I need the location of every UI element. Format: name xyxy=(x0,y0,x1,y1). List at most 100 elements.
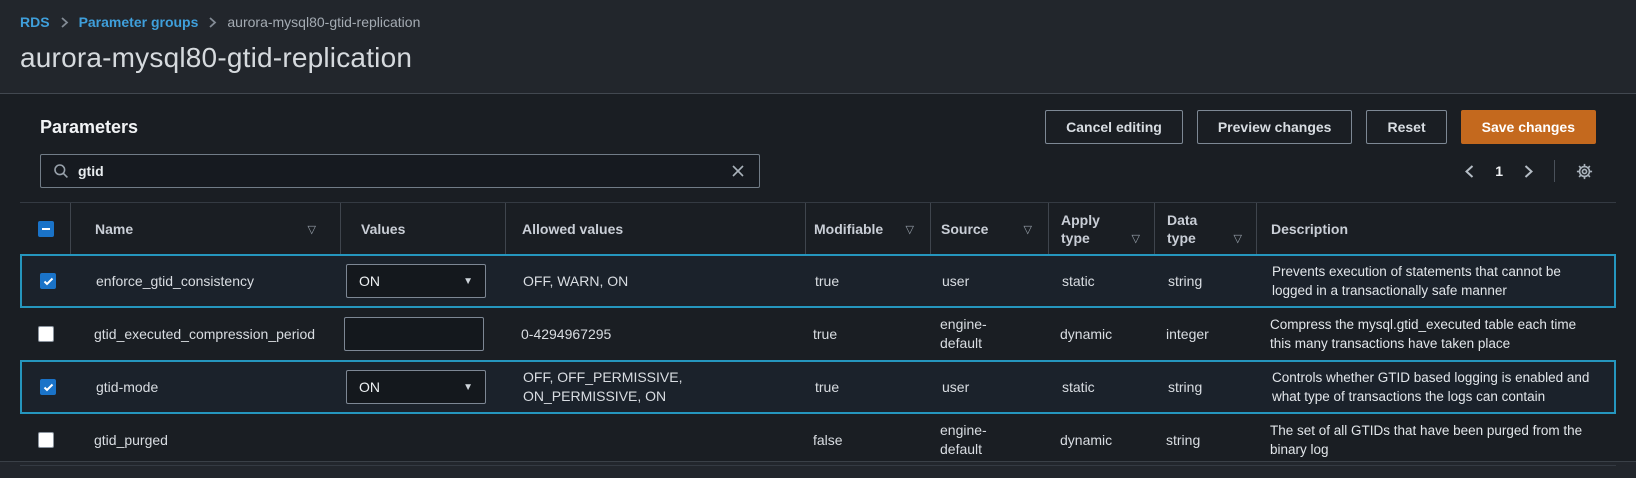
value-cell xyxy=(340,434,505,446)
select-all-checkbox[interactable] xyxy=(38,220,54,237)
sort-icon[interactable]: ▽ xyxy=(1132,231,1140,247)
allowed-values: OFF, OFF_PERMISSIVE, ON_PERMISSIVE, ON xyxy=(523,369,683,404)
breadcrumb-current: aurora-mysql80-gtid-replication xyxy=(227,14,421,30)
preview-changes-button[interactable]: Preview changes xyxy=(1196,110,1353,144)
column-label: Data type xyxy=(1167,211,1198,246)
modifiable-value: false xyxy=(813,431,843,448)
current-page[interactable]: 1 xyxy=(1491,163,1507,179)
parameter-name: gtid_executed_compression_period xyxy=(94,326,316,342)
apply-type-value: dynamic xyxy=(1060,431,1113,448)
row-checkbox-cell xyxy=(20,426,70,454)
close-icon[interactable] xyxy=(729,162,747,180)
sort-icon[interactable]: ▽ xyxy=(1234,231,1242,247)
column-label: Allowed values xyxy=(522,220,624,237)
chevron-right-icon xyxy=(60,16,69,29)
column-label: Modifiable xyxy=(814,220,884,237)
header-checkbox-cell xyxy=(20,203,70,254)
source-value: engine-default xyxy=(940,316,987,351)
column-header-apply-type[interactable]: Apply type ▽ xyxy=(1048,203,1154,254)
description-value: Prevents execution of statements that ca… xyxy=(1272,264,1561,298)
parameters-panel: Parameters Cancel editing Preview change… xyxy=(0,93,1636,466)
chevron-right-icon xyxy=(208,16,217,29)
search-icon xyxy=(53,163,69,179)
row-checkbox-cell xyxy=(22,373,72,401)
source-value: engine-default xyxy=(940,421,987,457)
apply-type-value: static xyxy=(1062,273,1095,289)
value-select[interactable]: ON ▼ xyxy=(346,264,486,298)
reset-button[interactable]: Reset xyxy=(1366,110,1447,144)
data-type-value: integer xyxy=(1166,326,1209,342)
gear-icon[interactable] xyxy=(1573,160,1596,183)
value-cell xyxy=(340,311,505,357)
search-input[interactable] xyxy=(78,163,720,179)
column-header-values: Values xyxy=(340,203,505,254)
page-title: aurora-mysql80-gtid-replication xyxy=(20,42,413,73)
panel-heading: Parameters xyxy=(40,116,139,137)
source-value: user xyxy=(942,378,970,395)
description-value: Compress the mysql.gtid_executed table e… xyxy=(1270,317,1577,351)
column-header-description: Description xyxy=(1256,203,1616,254)
value-cell: ON ▼ xyxy=(342,258,507,304)
table-row[interactable]: enforce_gtid_consistency ON ▼ OFF, WARN,… xyxy=(20,254,1616,308)
value-select[interactable]: ON ▼ xyxy=(346,370,486,404)
column-label: Values xyxy=(361,220,406,237)
apply-type-value: static xyxy=(1062,379,1095,395)
chevron-down-icon: ▼ xyxy=(463,275,473,287)
row-checkbox[interactable] xyxy=(38,326,54,342)
chevron-left-icon[interactable] xyxy=(1462,162,1477,181)
table-body: enforce_gtid_consistency ON ▼ OFF, WARN,… xyxy=(20,254,1616,466)
source-value: user xyxy=(942,272,970,289)
panel-header: Parameters Cancel editing Preview change… xyxy=(0,94,1636,144)
breadcrumb-link-parameter-groups[interactable]: Parameter groups xyxy=(79,14,199,30)
table-row[interactable]: gtid-mode ON ▼ OFF, OFF_PERMISSIVE, ON_P… xyxy=(20,360,1616,414)
value-input[interactable] xyxy=(344,317,484,351)
page: RDS Parameter groups aurora-mysql80-gtid… xyxy=(0,0,1636,466)
chevron-right-icon[interactable] xyxy=(1521,162,1536,181)
column-header-name[interactable]: Name ▽ xyxy=(70,203,340,254)
sort-icon[interactable]: ▽ xyxy=(906,222,914,238)
table-header-row: Name ▽ Values Allowed values Modifiable … xyxy=(20,202,1616,254)
search-box[interactable] xyxy=(40,154,760,188)
column-label: Source xyxy=(941,220,989,237)
data-type-value: string xyxy=(1168,379,1203,395)
chevron-down-icon: ▼ xyxy=(463,381,473,393)
allowed-values xyxy=(505,434,805,446)
description-value: Controls whether GTID based logging is e… xyxy=(1272,370,1590,404)
column-header-allowed-values: Allowed values xyxy=(505,203,805,254)
cancel-editing-button[interactable]: Cancel editing xyxy=(1045,110,1183,144)
modifiable-value: true xyxy=(815,273,840,289)
value-select-text: ON xyxy=(359,379,380,395)
data-type-value: string xyxy=(1166,431,1201,448)
value-cell: ON ▼ xyxy=(342,364,507,410)
action-buttons: Cancel editing Preview changes Reset Sav… xyxy=(1045,110,1596,144)
allowed-values: 0-4294967295 xyxy=(521,325,612,342)
sort-icon[interactable]: ▽ xyxy=(1024,222,1032,238)
column-header-data-type[interactable]: Data type ▽ xyxy=(1154,203,1256,254)
value-select-text: ON xyxy=(359,273,380,289)
apply-type-value: dynamic xyxy=(1060,326,1113,342)
allowed-values: OFF, WARN, ON xyxy=(523,272,629,289)
column-label: Apply type xyxy=(1061,211,1100,246)
column-label: Name xyxy=(95,220,134,237)
divider xyxy=(1554,160,1555,182)
modifiable-value: true xyxy=(815,379,840,395)
column-label: Description xyxy=(1271,220,1349,237)
breadcrumb-link-rds[interactable]: RDS xyxy=(20,14,50,30)
column-header-modifiable[interactable]: Modifiable ▽ xyxy=(805,203,930,254)
row-checkbox[interactable] xyxy=(38,431,54,448)
row-checkbox[interactable] xyxy=(40,273,56,289)
save-changes-button[interactable]: Save changes xyxy=(1460,110,1596,144)
parameter-name: enforce_gtid_consistency xyxy=(96,273,254,289)
row-checkbox-cell xyxy=(20,320,70,348)
toolbar-row: 1 xyxy=(0,144,1636,188)
column-header-source[interactable]: Source ▽ xyxy=(930,203,1048,254)
table-row[interactable]: gtid_executed_compression_period 0-42949… xyxy=(20,308,1616,360)
data-type-value: string xyxy=(1168,273,1203,289)
parameter-name: gtid_purged xyxy=(94,431,168,448)
sort-icon[interactable]: ▽ xyxy=(308,222,316,238)
description-value: The set of all GTIDs that have been purg… xyxy=(1270,422,1583,457)
table-row[interactable]: gtid_purged false engine-default dynamic… xyxy=(20,414,1616,466)
row-checkbox-cell xyxy=(22,267,72,295)
modifiable-value: true xyxy=(813,326,838,342)
row-checkbox[interactable] xyxy=(40,379,56,395)
